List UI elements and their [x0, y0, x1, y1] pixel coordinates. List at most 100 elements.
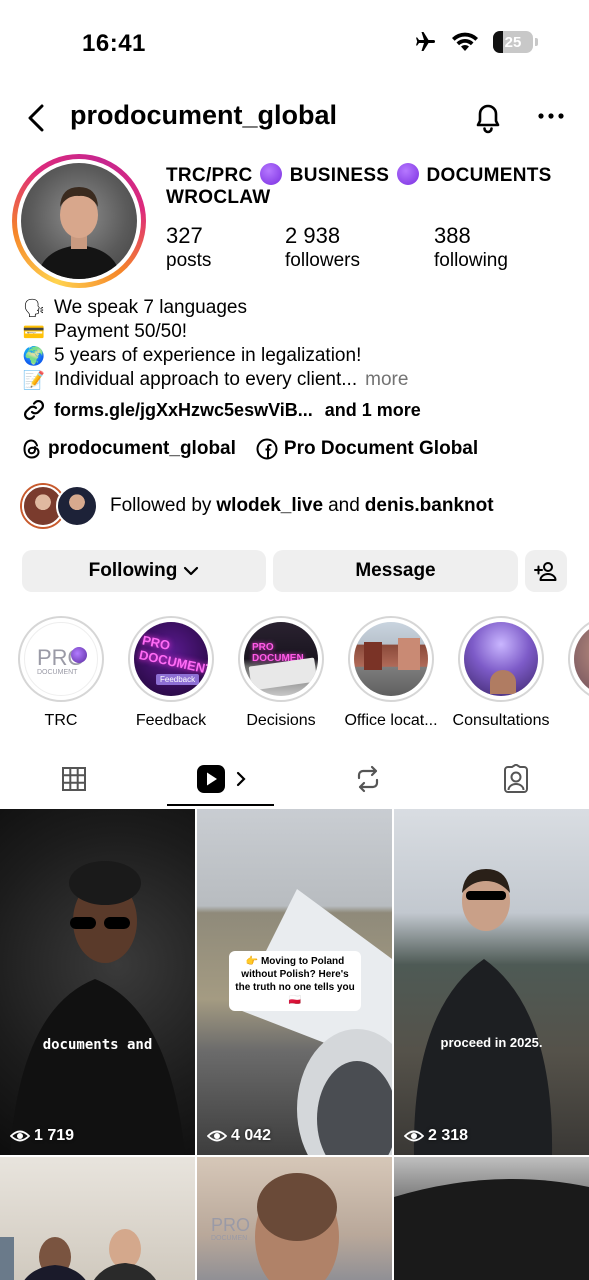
reel-caption: documents and — [42, 1037, 153, 1053]
bio-text: 5 years of experience in legalization! — [54, 345, 362, 366]
stat-followers[interactable]: 2 938 followers — [285, 224, 360, 274]
profile-header: prodocument_global — [0, 96, 589, 140]
purple-circle-icon — [396, 163, 419, 185]
following-button[interactable]: Following — [22, 550, 266, 592]
name-part-1: TRC/PRC — [166, 165, 253, 186]
stat-posts[interactable]: 327 posts — [166, 224, 211, 274]
name-part-2: BUSINESS — [289, 165, 390, 186]
profile-fullname: TRC/PRC BUSINESS DOCUMENTS WROCLAW — [166, 163, 566, 209]
reel-views: 4 042 — [207, 1127, 271, 1145]
highlight-consultations[interactable]: Consultations — [446, 616, 556, 728]
message-button[interactable]: Message — [273, 550, 518, 592]
more-options-button[interactable] — [536, 104, 566, 128]
reel-thumbnail[interactable]: PRO DOCUMEN — [197, 1157, 392, 1280]
more-horizontal-icon — [538, 113, 564, 119]
profile-bio: 🗣 We speak 7 languages 💳 Payment 50/50! … — [22, 296, 562, 392]
followed-by-user-2[interactable]: denis.banknot — [365, 495, 494, 517]
stat-following[interactable]: 388 following — [434, 224, 508, 274]
stat-posts-count: 327 — [166, 223, 203, 248]
bio-line: 💳 Payment 50/50! — [22, 320, 562, 344]
message-button-label: Message — [355, 560, 436, 581]
chevron-left-icon — [28, 104, 44, 132]
back-button[interactable] — [22, 100, 54, 136]
chevron-down-icon — [184, 566, 199, 576]
notifications-button[interactable] — [470, 98, 506, 136]
credit-card-icon: 💳 — [22, 322, 46, 342]
highlight-partial[interactable]: Al — [556, 616, 589, 728]
reel-thumbnail[interactable]: documents and 1 719 — [0, 809, 195, 1155]
bell-icon — [476, 104, 500, 134]
reel-views-count: 4 042 — [231, 1127, 272, 1144]
followed-by-prefix: Followed by — [110, 495, 212, 516]
name-part-3: DOCUMENTS — [426, 165, 552, 186]
grid-icon — [62, 767, 86, 791]
bio-text: Individual approach to every client... — [54, 369, 358, 390]
suggested-users-button[interactable] — [525, 550, 567, 592]
highlight-label: Office locat... — [344, 712, 438, 728]
bio-link-row[interactable]: forms.gle/jgXxHzwc5eswViB... and 1 more — [22, 398, 421, 422]
facebook-name[interactable]: Pro Document Global — [284, 438, 478, 460]
eye-icon — [10, 1130, 30, 1142]
highlight-label: Al — [556, 712, 589, 728]
reel-image — [413, 869, 553, 1155]
bio-link-more[interactable]: and 1 more — [325, 400, 421, 421]
stat-following-label: following — [434, 250, 508, 271]
reel-thumbnail[interactable] — [394, 1157, 589, 1280]
highlight-trc[interactable]: PRO DOCUMENT TRC — [6, 616, 116, 728]
active-tab-indicator — [167, 804, 274, 806]
follower-avatar — [56, 485, 98, 527]
profile-tabs — [0, 750, 589, 808]
reel-views: 1 719 — [10, 1127, 74, 1145]
status-icons: 25 — [413, 30, 538, 54]
avatar-photo — [21, 163, 137, 279]
highlight-cover — [574, 622, 589, 696]
chevron-right-icon — [236, 771, 246, 787]
feedback-tag: Feedback — [156, 674, 200, 685]
highlight-cover: PRO DOCUMENT — [24, 622, 98, 696]
purple-circle-icon — [260, 163, 283, 185]
story-highlights: PRO DOCUMENT TRC PRO DOCUMENT Feedback F… — [0, 616, 589, 728]
tagged-person-icon — [504, 764, 528, 793]
highlight-label: Feedback — [135, 712, 207, 728]
bio-more-link[interactable]: more — [365, 368, 408, 392]
followed-by-row[interactable]: Followed by wlodek_live and denis.bankno… — [22, 484, 494, 528]
pro-logo-subtext: DOCUMENT — [37, 669, 78, 676]
bio-link-url[interactable]: forms.gle/jgXxHzwc5eswViB... — [54, 400, 313, 421]
profile-username: prodocument_global — [70, 100, 338, 130]
reel-views-count: 2 318 — [428, 1127, 469, 1144]
reel-image — [0, 1229, 156, 1280]
highlight-label: TRC — [44, 712, 78, 728]
reel-thumbnail[interactable]: proceed in 2025. 2 318 — [394, 809, 589, 1155]
reel-image — [394, 1179, 589, 1280]
threads-handle[interactable]: prodocument_global — [48, 438, 236, 460]
highlight-feedback[interactable]: PRO DOCUMENT Feedback Feedback — [116, 616, 226, 728]
stat-posts-label: posts — [166, 250, 212, 271]
status-bar: 16:41 25 — [0, 0, 589, 88]
tab-posts-grid[interactable] — [22, 750, 126, 808]
link-icon — [23, 399, 45, 421]
pro-logo-subtext: DOCUMEN — [211, 1235, 248, 1242]
reel-thumbnail[interactable]: 👉 Moving to Poland without Polish? Here'… — [197, 809, 392, 1155]
name-line-2: WROCLAW — [166, 187, 271, 208]
reels-icon — [196, 765, 225, 793]
tab-reposts[interactable] — [316, 750, 420, 808]
highlight-office-location[interactable]: Office locat... — [336, 616, 446, 728]
airplane-icon — [416, 32, 435, 51]
bio-line: 🌍 5 years of experience in legalization! — [22, 344, 562, 368]
facebook-icon — [256, 438, 278, 460]
highlight-decisions[interactable]: PRO DOCUMEN Decisions — [226, 616, 336, 728]
wifi-icon — [452, 32, 478, 51]
tab-reels[interactable] — [167, 750, 274, 808]
reel-thumbnail[interactable] — [0, 1157, 195, 1280]
followed-by-user-1[interactable]: wlodek_live — [216, 495, 323, 517]
eye-icon — [207, 1130, 227, 1142]
globe-icon: 🌍 — [22, 346, 46, 366]
bio-text: Payment 50/50! — [54, 321, 188, 342]
bio-text: We speak 7 languages — [54, 297, 247, 318]
social-links-row: prodocument_global Pro Document Global — [22, 438, 478, 460]
reel-views-count: 1 719 — [34, 1127, 75, 1144]
status-time: 16:41 — [82, 30, 146, 57]
highlight-cover: PRO DOCUMENT Feedback — [134, 622, 208, 696]
tab-tagged[interactable] — [464, 750, 568, 808]
profile-avatar[interactable] — [12, 154, 146, 288]
